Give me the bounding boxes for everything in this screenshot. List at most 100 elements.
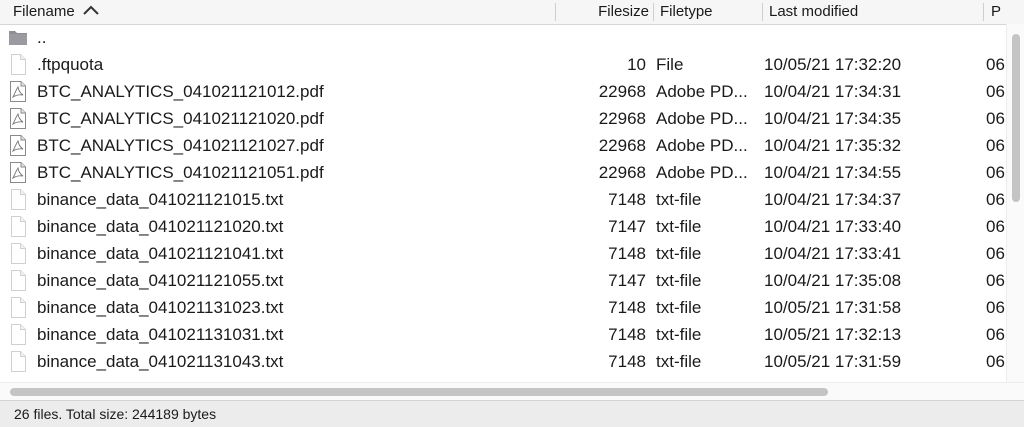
file-row[interactable]: .ftpquota 10 File 10/05/21 17:32:20 06 — [0, 51, 1006, 78]
file-type: txt-file — [656, 352, 702, 371]
file-row[interactable]: BTC_ANALYTICS_041021121020.pdf 22968 Adobe… — [0, 105, 1006, 132]
blank-file-icon — [9, 351, 27, 372]
column-header-filesize[interactable]: Filesize — [560, 0, 649, 24]
file-row[interactable]: BTC_ANALYTICS_041021121012.pdf 22968 Adobe… — [0, 78, 1006, 105]
vertical-scrollbar[interactable] — [1006, 24, 1024, 382]
file-size: 7148 — [608, 244, 646, 263]
file-name: BTC_ANALYTICS_041021121012.pdf — [37, 82, 324, 101]
file-size: 10 — [627, 55, 646, 74]
column-divider[interactable] — [762, 3, 763, 21]
file-name: binance_data_041021131043.txt — [37, 352, 284, 371]
pdf-file-icon — [9, 162, 27, 183]
file-permissions: 06 — [986, 244, 1005, 263]
file-name: binance_data_041021121015.txt — [37, 190, 284, 209]
file-permissions: 06 — [986, 217, 1005, 236]
blank-file-icon — [9, 270, 27, 291]
file-type: txt-file — [656, 298, 702, 317]
file-type: Adobe PD... — [656, 163, 748, 182]
file-permissions: 06 — [986, 109, 1005, 128]
file-size: 7148 — [608, 298, 646, 317]
file-permissions: 06 — [986, 352, 1005, 371]
file-permissions: 06 — [986, 190, 1005, 209]
file-modified: 10/04/21 17:33:40 — [764, 217, 902, 236]
file-row[interactable]: BTC_ANALYTICS_041021121051.pdf 22968 Adobe… — [0, 159, 1006, 186]
file-modified: 10/05/21 17:31:59 — [764, 352, 902, 371]
file-row[interactable]: binance_data_041021121041.txt 7148 txt-fil… — [0, 240, 1006, 267]
file-name: .. — [37, 28, 47, 47]
file-size: 7148 — [608, 190, 646, 209]
horizontal-scrollbar-thumb[interactable] — [10, 388, 828, 396]
file-type: Adobe PD... — [656, 136, 748, 155]
file-modified: 10/05/21 17:31:58 — [764, 298, 902, 317]
file-size: 22968 — [598, 109, 646, 128]
blank-file-icon — [9, 54, 27, 75]
file-size: 22968 — [598, 82, 646, 101]
column-header-bar: Filename Filesize Filetype Last modified… — [0, 0, 1024, 25]
file-row[interactable]: binance_data_041021121055.txt 7147 txt-fil… — [0, 267, 1006, 294]
column-divider[interactable] — [653, 3, 654, 21]
file-type: Adobe PD... — [656, 82, 748, 101]
file-modified: 10/04/21 17:34:37 — [764, 190, 902, 209]
file-size: 7148 — [608, 352, 646, 371]
file-type: txt-file — [656, 325, 702, 344]
file-row[interactable]: binance_data_041021121015.txt 7148 txt-fil… — [0, 186, 1006, 213]
column-header-last-modified[interactable]: Last modified — [769, 0, 858, 24]
file-modified: 10/04/21 17:33:41 — [764, 244, 902, 263]
file-type: txt-file — [656, 190, 702, 209]
file-size: 22968 — [598, 163, 646, 182]
file-permissions: 06 — [986, 271, 1005, 290]
file-size: 7148 — [608, 325, 646, 344]
column-header-permissions-label: P — [991, 3, 1002, 20]
file-name: BTC_ANALYTICS_041021121020.pdf — [37, 109, 324, 128]
file-modified: 10/05/21 17:32:13 — [764, 325, 902, 344]
file-row[interactable]: binance_data_041021131023.txt 7148 txt-fil… — [0, 294, 1006, 321]
blank-file-icon — [9, 297, 27, 318]
file-type: txt-file — [656, 271, 702, 290]
pdf-file-icon — [9, 108, 27, 129]
file-row[interactable]: binance_data_041021131043.txt 7148 txt-fil… — [0, 348, 1006, 375]
file-permissions: 06 — [986, 163, 1005, 182]
chevron-up-icon — [82, 0, 99, 23]
column-header-permissions[interactable]: P — [991, 0, 1024, 24]
status-bar: 26 files. Total size: 244189 bytes — [0, 400, 1024, 427]
file-type: txt-file — [656, 217, 702, 236]
horizontal-scrollbar[interactable] — [0, 382, 1024, 401]
file-type — [656, 24, 756, 51]
file-list: .. .ftpquota 10 File 10/05/21 17:32:20 06 BTC_… — [0, 24, 1006, 375]
column-header-last-modified-label: Last modified — [769, 3, 859, 20]
vertical-scrollbar-thumb[interactable] — [1012, 34, 1020, 202]
file-permissions — [986, 24, 1006, 51]
file-row[interactable]: BTC_ANALYTICS_041021121027.pdf 22968 Adobe… — [0, 132, 1006, 159]
folder-icon — [9, 27, 27, 48]
column-divider[interactable] — [983, 3, 984, 21]
file-modified: 10/04/21 17:34:31 — [764, 82, 902, 101]
file-name: BTC_ANALYTICS_041021121051.pdf — [37, 163, 324, 182]
column-header-filesize-label: Filesize — [598, 3, 649, 20]
file-permissions: 06 — [986, 82, 1005, 101]
column-header-filetype-label: Filetype — [660, 3, 713, 20]
blank-file-icon — [9, 324, 27, 345]
file-name: binance_data_041021121020.txt — [37, 217, 284, 236]
file-name: binance_data_041021121041.txt — [37, 244, 284, 263]
file-modified: 10/04/21 17:34:35 — [764, 109, 902, 128]
file-name: binance_data_041021121055.txt — [37, 271, 284, 290]
parent-directory-row[interactable]: .. — [0, 24, 1006, 51]
file-row[interactable]: binance_data_041021131031.txt 7148 txt-fil… — [0, 321, 1006, 348]
file-name: binance_data_041021131031.txt — [37, 325, 284, 344]
pdf-file-icon — [9, 135, 27, 156]
file-size: 7147 — [608, 217, 646, 236]
status-text: 26 files. Total size: 244189 bytes — [14, 406, 217, 422]
file-size: 22968 — [598, 136, 646, 155]
file-permissions: 06 — [986, 298, 1005, 317]
file-row[interactable]: binance_data_041021121020.txt 7147 txt-fil… — [0, 213, 1006, 240]
column-header-filename[interactable]: Filename — [13, 0, 99, 24]
blank-file-icon — [9, 243, 27, 264]
column-header-filetype[interactable]: Filetype — [660, 0, 713, 24]
pdf-file-icon — [9, 81, 27, 102]
column-header-filename-label: Filename — [13, 3, 75, 20]
file-permissions: 06 — [986, 55, 1005, 74]
file-name: .ftpquota — [37, 55, 104, 74]
column-divider[interactable] — [555, 3, 556, 21]
file-type: txt-file — [656, 244, 702, 263]
file-modified: 10/05/21 17:32:20 — [764, 55, 902, 74]
